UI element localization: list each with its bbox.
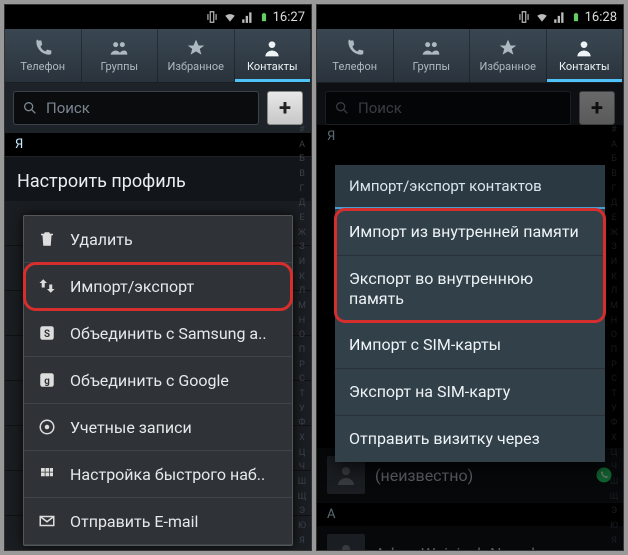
status-time: 16:28 (585, 10, 617, 25)
tab-label: Избранное (168, 60, 224, 73)
wifi-icon (535, 10, 549, 24)
tabs: Телефон Группы Избранное Контакты (317, 29, 623, 83)
menu-accounts[interactable]: Учетные записи (24, 404, 292, 451)
menu-label: Настройка быстрого наб.. (70, 465, 265, 484)
options-menu: Удалить Импорт/экспорт S Объединить с Sa… (23, 215, 293, 546)
menu-label: Отправить E-mail (70, 512, 198, 531)
svg-text:S: S (44, 329, 50, 340)
dialog-send-vcard[interactable]: Отправить визитку через (335, 416, 605, 462)
menu-send-message[interactable]: Отправить сообщение (24, 545, 292, 551)
dialog-title: Импорт/экспорт контактов (335, 165, 605, 209)
status-bar: 16:27 (5, 5, 311, 29)
google-icon: g (36, 369, 58, 391)
accounts-icon (36, 416, 58, 438)
status-time: 16:27 (273, 10, 305, 25)
tab-phone[interactable]: Телефон (317, 29, 394, 82)
import-export-dialog: Импорт/экспорт контактов Импорт из внутр… (335, 165, 605, 462)
menu-merge-google[interactable]: g Объединить с Google (24, 357, 292, 404)
menu-send-email[interactable]: Отправить E-mail (24, 498, 292, 545)
dialog-export-internal[interactable]: Экспорт во внутреннюю память (335, 256, 605, 322)
menu-label: Удалить (70, 230, 133, 249)
menu-label: Импорт/экспорт (70, 277, 194, 296)
phone-right: 16:28 Телефон Группы Избранное Контакты … (316, 4, 624, 551)
menu-label: Объединить с Samsung a.. (70, 324, 267, 343)
tab-label: Группы (100, 60, 138, 73)
phone-icon (345, 38, 365, 58)
wifi-icon (223, 10, 237, 24)
import-export-icon (36, 275, 58, 297)
menu-label: Объединить с Google (70, 371, 229, 390)
tab-groups[interactable]: Группы (82, 29, 159, 82)
search-input[interactable]: Поиск (13, 91, 259, 125)
tab-label: Телефон (332, 60, 377, 73)
tabs: Телефон Группы Избранное Контакты (5, 29, 311, 83)
setup-profile[interactable]: Настроить профиль (5, 156, 311, 207)
menu-import-export[interactable]: Импорт/экспорт (24, 263, 292, 310)
signal-icon (553, 10, 567, 24)
tab-contacts[interactable]: Контакты (235, 29, 312, 82)
plus-icon: + (279, 96, 291, 121)
phone-icon (33, 38, 53, 58)
phone-left: 16:27 Телефон Группы Избранное Контакты … (4, 4, 312, 551)
tab-favorites[interactable]: Избранное (470, 29, 547, 82)
menu-delete[interactable]: Удалить (24, 216, 292, 263)
groups-icon (421, 38, 441, 58)
battery-icon (259, 10, 269, 24)
tab-label: Телефон (20, 60, 65, 73)
speed-dial-icon (36, 463, 58, 485)
tab-label: Избранное (480, 60, 536, 73)
groups-icon (109, 38, 129, 58)
dialog-import-internal[interactable]: Импорт из внутренней памяти (335, 209, 605, 256)
menu-label: Учетные записи (70, 418, 192, 437)
person-icon (574, 38, 594, 58)
vibrate-icon (205, 10, 219, 24)
status-bar: 16:28 (317, 5, 623, 29)
tab-label: Группы (412, 60, 450, 73)
trash-icon (36, 228, 58, 250)
menu-speed-dial[interactable]: Настройка быстрого наб.. (24, 451, 292, 498)
tab-label: Контакты (559, 60, 610, 73)
menu-merge-samsung[interactable]: S Объединить с Samsung a.. (24, 310, 292, 357)
tab-contacts[interactable]: Контакты (547, 29, 624, 82)
search-row: Поиск + (5, 83, 311, 133)
samsung-icon: S (36, 322, 58, 344)
section-header-me: Я (5, 133, 311, 156)
star-icon (498, 38, 518, 58)
dialog-export-sim[interactable]: Экспорт на SIM-карту (335, 369, 605, 416)
email-icon (36, 510, 58, 532)
add-contact-button[interactable]: + (267, 91, 303, 125)
tab-groups[interactable]: Группы (394, 29, 471, 82)
search-icon (22, 100, 38, 116)
search-placeholder: Поиск (46, 99, 90, 117)
svg-text:g: g (44, 376, 50, 387)
vibrate-icon (517, 10, 531, 24)
tab-phone[interactable]: Телефон (5, 29, 82, 82)
tab-favorites[interactable]: Избранное (158, 29, 235, 82)
signal-icon (241, 10, 255, 24)
dialog-import-sim[interactable]: Импорт с SIM-карты (335, 322, 605, 369)
person-icon (262, 38, 282, 58)
tab-label: Контакты (247, 60, 298, 73)
battery-icon (571, 10, 581, 24)
star-icon (186, 38, 206, 58)
